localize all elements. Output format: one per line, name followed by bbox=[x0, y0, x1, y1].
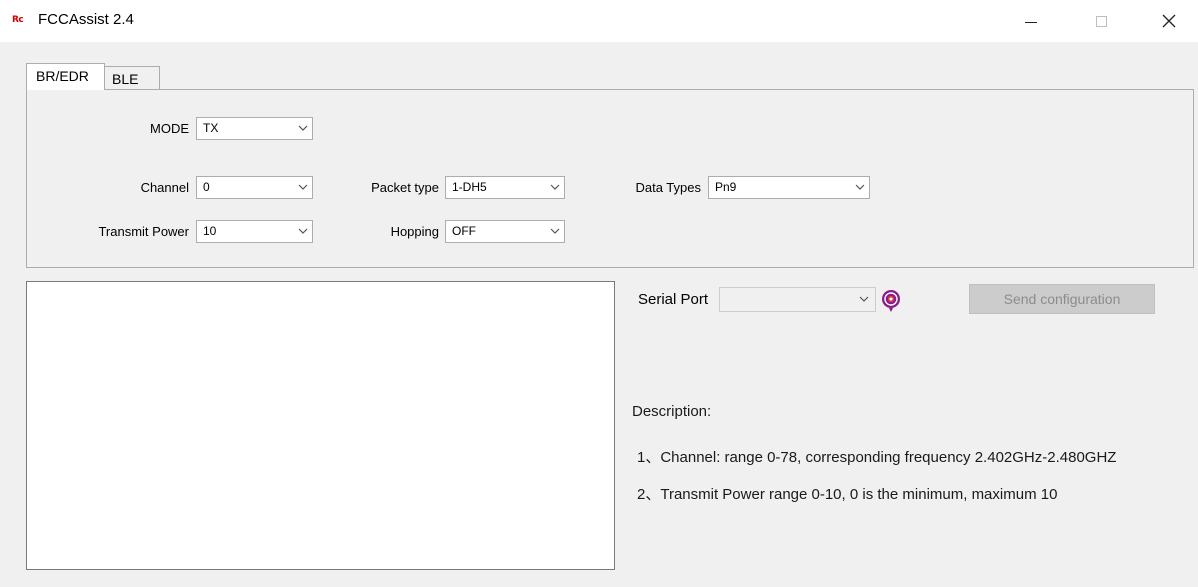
packet-type-value: 1-DH5 bbox=[452, 180, 487, 194]
hopping-value: OFF bbox=[452, 224, 476, 238]
chevron-down-icon bbox=[550, 184, 560, 190]
close-icon bbox=[1162, 14, 1176, 28]
mode-value: TX bbox=[203, 121, 219, 135]
maximize-icon bbox=[1095, 15, 1107, 27]
config-panel: MODE TX Channel 0 Transmit Power 10 Pack… bbox=[26, 89, 1194, 268]
hopping-label: Hopping bbox=[390, 224, 439, 239]
close-button[interactable] bbox=[1146, 0, 1192, 42]
channel-value: 0 bbox=[203, 180, 210, 194]
send-configuration-button[interactable]: Send configuration bbox=[969, 284, 1155, 314]
chevron-down-icon bbox=[298, 125, 308, 131]
channel-label: Channel bbox=[140, 180, 189, 195]
transmit-power-select[interactable]: 10 bbox=[196, 220, 313, 243]
log-output[interactable] bbox=[26, 281, 615, 570]
maximize-button[interactable] bbox=[1078, 0, 1124, 42]
description-heading: Description: bbox=[632, 403, 712, 420]
chevron-down-icon bbox=[859, 296, 869, 302]
packet-type-select[interactable]: 1-DH5 bbox=[445, 176, 565, 199]
serial-port-select[interactable] bbox=[719, 287, 876, 312]
minimize-icon bbox=[1025, 21, 1037, 23]
chevron-down-icon bbox=[855, 184, 865, 190]
mode-label: MODE bbox=[150, 121, 189, 136]
minimize-button[interactable] bbox=[1008, 0, 1054, 42]
transmit-power-value: 10 bbox=[203, 224, 217, 238]
hopping-select[interactable]: OFF bbox=[445, 220, 565, 243]
tab-br-edr[interactable]: BR/EDR bbox=[26, 63, 105, 90]
serial-port-label: Serial Port bbox=[638, 291, 709, 308]
app-logo-icon: Rc bbox=[12, 15, 24, 25]
title-bar[interactable]: Rc FCCAssist 2.4 bbox=[0, 0, 1198, 42]
data-types-label: Data Types bbox=[635, 180, 701, 195]
data-types-select[interactable]: Pn9 bbox=[708, 176, 870, 199]
data-types-value: Pn9 bbox=[715, 180, 737, 194]
packet-type-label: Packet type bbox=[371, 180, 439, 195]
chevron-down-icon bbox=[298, 184, 308, 190]
transmit-power-label: Transmit Power bbox=[98, 224, 189, 239]
description-line: 1、Channel: range 0-78, corresponding fre… bbox=[637, 449, 1117, 466]
channel-select[interactable]: 0 bbox=[196, 176, 313, 199]
description-line: 2、Transmit Power range 0-10, 0 is the mi… bbox=[637, 486, 1058, 503]
tab-ble[interactable]: BLE bbox=[104, 66, 160, 90]
mode-select[interactable]: TX bbox=[196, 117, 313, 140]
chevron-down-icon bbox=[550, 228, 560, 234]
refresh-icon[interactable] bbox=[880, 289, 902, 313]
window-title: FCCAssist 2.4 bbox=[38, 11, 134, 28]
chevron-down-icon bbox=[298, 228, 308, 234]
